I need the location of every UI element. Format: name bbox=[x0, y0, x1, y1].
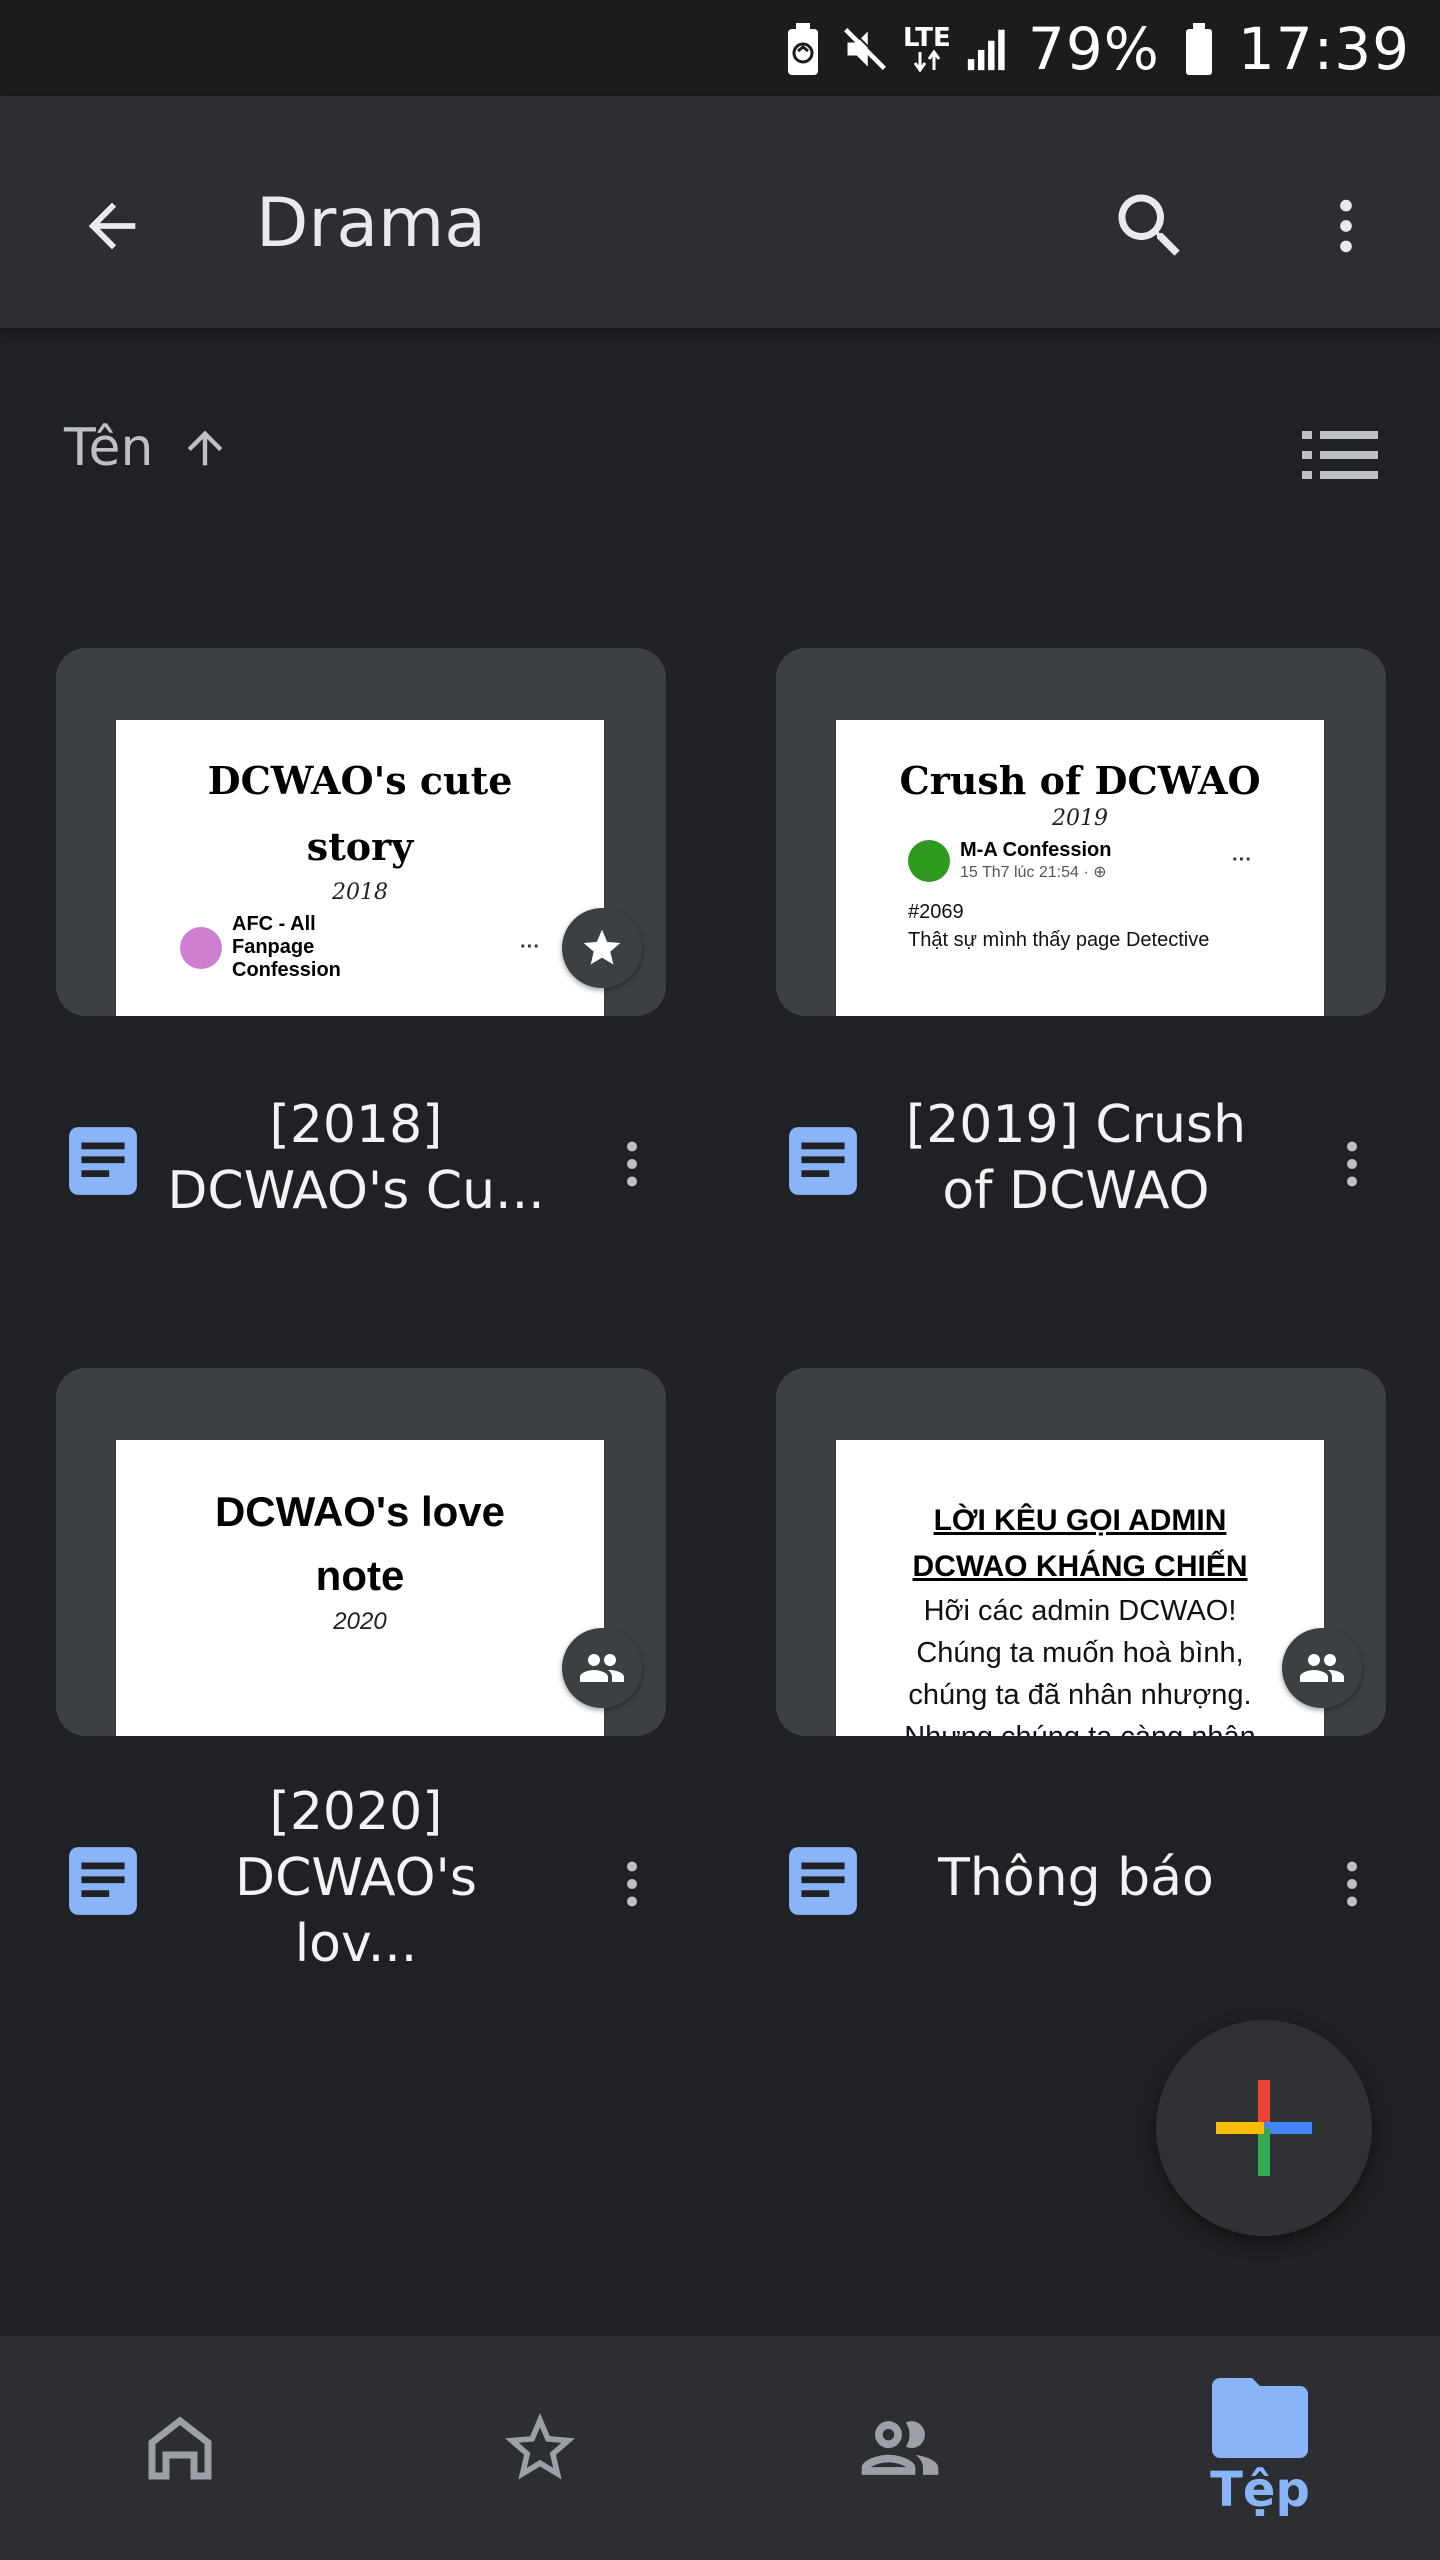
file-card[interactable]: LỜI KÊU GỌI ADMIN DCWAO KHÁNG CHIẾN Hỡi … bbox=[776, 1368, 1386, 1968]
more-vert-icon bbox=[627, 1861, 637, 1907]
file-more-button[interactable] bbox=[1322, 1124, 1382, 1204]
shared-people-icon bbox=[1300, 1654, 1344, 1682]
nav-home[interactable] bbox=[0, 2336, 360, 2560]
file-card[interactable]: DCWAO's cute story 2018 AFC - All Fanpag… bbox=[56, 648, 666, 1248]
arrow-up-icon bbox=[188, 430, 223, 466]
file-name[interactable]: [2020] DCWAO's lov... bbox=[166, 1782, 546, 1974]
preview-title: DCWAO's love note bbox=[214, 1488, 506, 1599]
battery-icon bbox=[1176, 21, 1222, 77]
battery-saver-icon bbox=[780, 21, 826, 77]
nav-files[interactable]: Tệp bbox=[1080, 2336, 1440, 2560]
document-preview: DCWAO's love note 2020 bbox=[116, 1440, 604, 1736]
back-arrow-icon bbox=[88, 202, 136, 250]
document-preview: Crush of DCWAO 2019 M-A Confession 15 Th… bbox=[836, 720, 1324, 1016]
preview-year: 2019 bbox=[1052, 806, 1108, 831]
preview-title: Crush of DCWAO bbox=[899, 758, 1261, 803]
document-preview: LỜI KÊU GỌI ADMIN DCWAO KHÁNG CHIẾN Hỡi … bbox=[836, 1440, 1324, 1736]
starred-badge bbox=[562, 908, 642, 988]
search-icon bbox=[1118, 194, 1180, 256]
more-vert-icon bbox=[627, 1141, 637, 1187]
nav-starred[interactable] bbox=[360, 2336, 720, 2560]
post-more-icon: ··· bbox=[520, 936, 540, 958]
search-button[interactable] bbox=[1100, 176, 1200, 276]
file-thumbnail[interactable]: DCWAO's love note 2020 bbox=[56, 1368, 666, 1736]
star-icon bbox=[583, 929, 621, 965]
preview-post-header: AFC - All Fanpage Confession ··· bbox=[116, 913, 604, 982]
shared-badge bbox=[1282, 1628, 1362, 1708]
file-card[interactable]: Crush of DCWAO 2019 M-A Confession 15 Th… bbox=[776, 648, 1386, 1248]
google-docs-icon bbox=[69, 1127, 137, 1195]
file-meta: [2018] DCWAO's Cu... bbox=[56, 1028, 666, 1228]
battery-percent: 79% bbox=[1027, 15, 1160, 83]
document-preview: DCWAO's cute story 2018 AFC - All Fanpag… bbox=[116, 720, 604, 1016]
post-more-icon: ··· bbox=[1232, 849, 1252, 871]
preview-post-author: M-A Confession bbox=[960, 839, 1112, 861]
people-icon bbox=[861, 2421, 939, 2475]
nav-shared[interactable] bbox=[720, 2336, 1080, 2560]
file-name[interactable]: Thông báo bbox=[886, 1798, 1266, 1958]
file-more-button[interactable] bbox=[602, 1124, 662, 1204]
preview-year: 2018 bbox=[332, 880, 388, 905]
app-bar: Drama bbox=[0, 96, 1440, 328]
file-more-button[interactable] bbox=[1322, 1844, 1382, 1924]
file-thumbnail[interactable]: DCWAO's cute story 2018 AFC - All Fanpag… bbox=[56, 648, 666, 1016]
preview-title: DCWAO's cute story bbox=[207, 758, 513, 869]
preview-post-time: 15 Th7 lúc 21:54 · ⊕ bbox=[960, 864, 1107, 881]
google-docs-icon bbox=[69, 1847, 137, 1915]
preview-year: 2020 bbox=[333, 1608, 387, 1635]
more-options-button[interactable] bbox=[1296, 176, 1396, 276]
more-vert-icon bbox=[1347, 1861, 1357, 1907]
file-thumbnail[interactable]: LỜI KÊU GỌI ADMIN DCWAO KHÁNG CHIẾN Hỡi … bbox=[776, 1368, 1386, 1736]
new-file-button[interactable] bbox=[1156, 2020, 1372, 2236]
shared-badge bbox=[562, 1628, 642, 1708]
google-docs-icon bbox=[789, 1127, 857, 1195]
home-icon bbox=[148, 2416, 212, 2480]
more-vert-icon bbox=[1347, 1141, 1357, 1187]
preview-body: #2069 Thật sự mình thấy page Detective bbox=[908, 901, 1210, 951]
file-name[interactable]: [2018] DCWAO's Cu... bbox=[166, 1078, 546, 1238]
list-view-icon bbox=[1302, 431, 1378, 479]
shared-people-icon bbox=[580, 1654, 624, 1682]
mute-icon bbox=[842, 21, 888, 77]
sort-control[interactable]: Tên bbox=[64, 418, 231, 478]
star-outline-icon bbox=[505, 2413, 575, 2480]
list-view-toggle[interactable] bbox=[1300, 420, 1380, 490]
lte-icon: LTE bbox=[903, 21, 951, 77]
nav-files-label: Tệp bbox=[1210, 2462, 1310, 2518]
file-name[interactable]: [2019] Crush of DCWAO bbox=[886, 1078, 1266, 1238]
page-title: Drama bbox=[256, 184, 486, 263]
preview-post-author: AFC - All Fanpage Confession bbox=[232, 913, 341, 981]
more-vert-icon bbox=[1340, 199, 1352, 253]
signal-icon bbox=[966, 21, 1012, 77]
file-meta: Thông báo bbox=[776, 1748, 1386, 1948]
clock: 17:39 bbox=[1237, 15, 1410, 83]
file-card[interactable]: DCWAO's love note 2020 [2020] DCWAO's lo… bbox=[56, 1368, 666, 1974]
status-icons: LTE 79% 17:39 bbox=[780, 14, 1410, 84]
page-avatar bbox=[180, 926, 222, 969]
sort-label: Tên bbox=[64, 418, 154, 478]
google-plus-icon bbox=[1216, 2080, 1312, 2176]
file-more-button[interactable] bbox=[602, 1844, 662, 1924]
preview-post-header: M-A Confession 15 Th7 lúc 21:54 · ⊕ ··· bbox=[836, 839, 1324, 882]
bottom-navigation: Tệp bbox=[0, 2336, 1440, 2560]
page-avatar bbox=[908, 839, 950, 882]
google-docs-icon bbox=[789, 1847, 857, 1915]
preview-heading: LỜI KÊU GỌI ADMIN DCWAO KHÁNG CHIẾN bbox=[912, 1504, 1248, 1583]
file-meta: [2019] Crush of DCWAO bbox=[776, 1028, 1386, 1228]
back-button[interactable] bbox=[62, 176, 162, 276]
folder-icon bbox=[1212, 2378, 1308, 2458]
file-thumbnail[interactable]: Crush of DCWAO 2019 M-A Confession 15 Th… bbox=[776, 648, 1386, 1016]
file-meta: [2020] DCWAO's lov... bbox=[56, 1748, 666, 1974]
status-bar: LTE 79% 17:39 bbox=[0, 0, 1440, 96]
preview-body: Hỡi các admin DCWAO! Chúng ta muốn hoà b… bbox=[904, 1595, 1256, 1736]
